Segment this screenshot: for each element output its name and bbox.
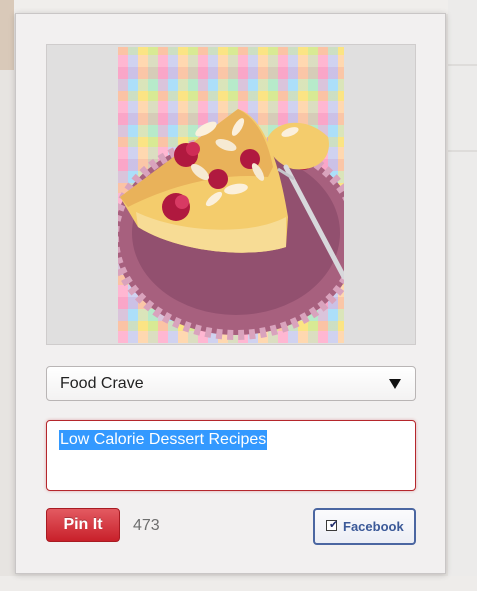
facebook-share-toggle[interactable]: ✔ Facebook: [313, 508, 416, 545]
board-select-value: Food Crave: [60, 375, 144, 392]
background-page-header: [0, 0, 477, 14]
background-page-sidebar: [448, 0, 477, 591]
chevron-down-icon[interactable]: [389, 379, 401, 389]
character-count: 473: [133, 517, 160, 534]
description-textarea[interactable]: Low Calorie Dessert Recipes: [46, 420, 416, 491]
board-select[interactable]: Food Crave: [46, 366, 416, 401]
facebook-checkbox[interactable]: ✔: [326, 519, 339, 531]
background-page-block: [0, 0, 14, 70]
pin-it-dialog: Food Crave Low Calorie Dessert Recipes P…: [15, 13, 446, 574]
facebook-label: Facebook: [343, 519, 404, 534]
pin-it-button[interactable]: Pin It: [46, 508, 120, 542]
pin-image-preview: [46, 44, 416, 345]
background-page-footer: [0, 576, 477, 591]
checkmark-icon: ✔: [329, 519, 339, 531]
pin-image[interactable]: [118, 47, 344, 343]
background-divider: [448, 150, 477, 152]
background-divider: [448, 64, 477, 66]
description-text-selected: Low Calorie Dessert Recipes: [59, 430, 268, 450]
